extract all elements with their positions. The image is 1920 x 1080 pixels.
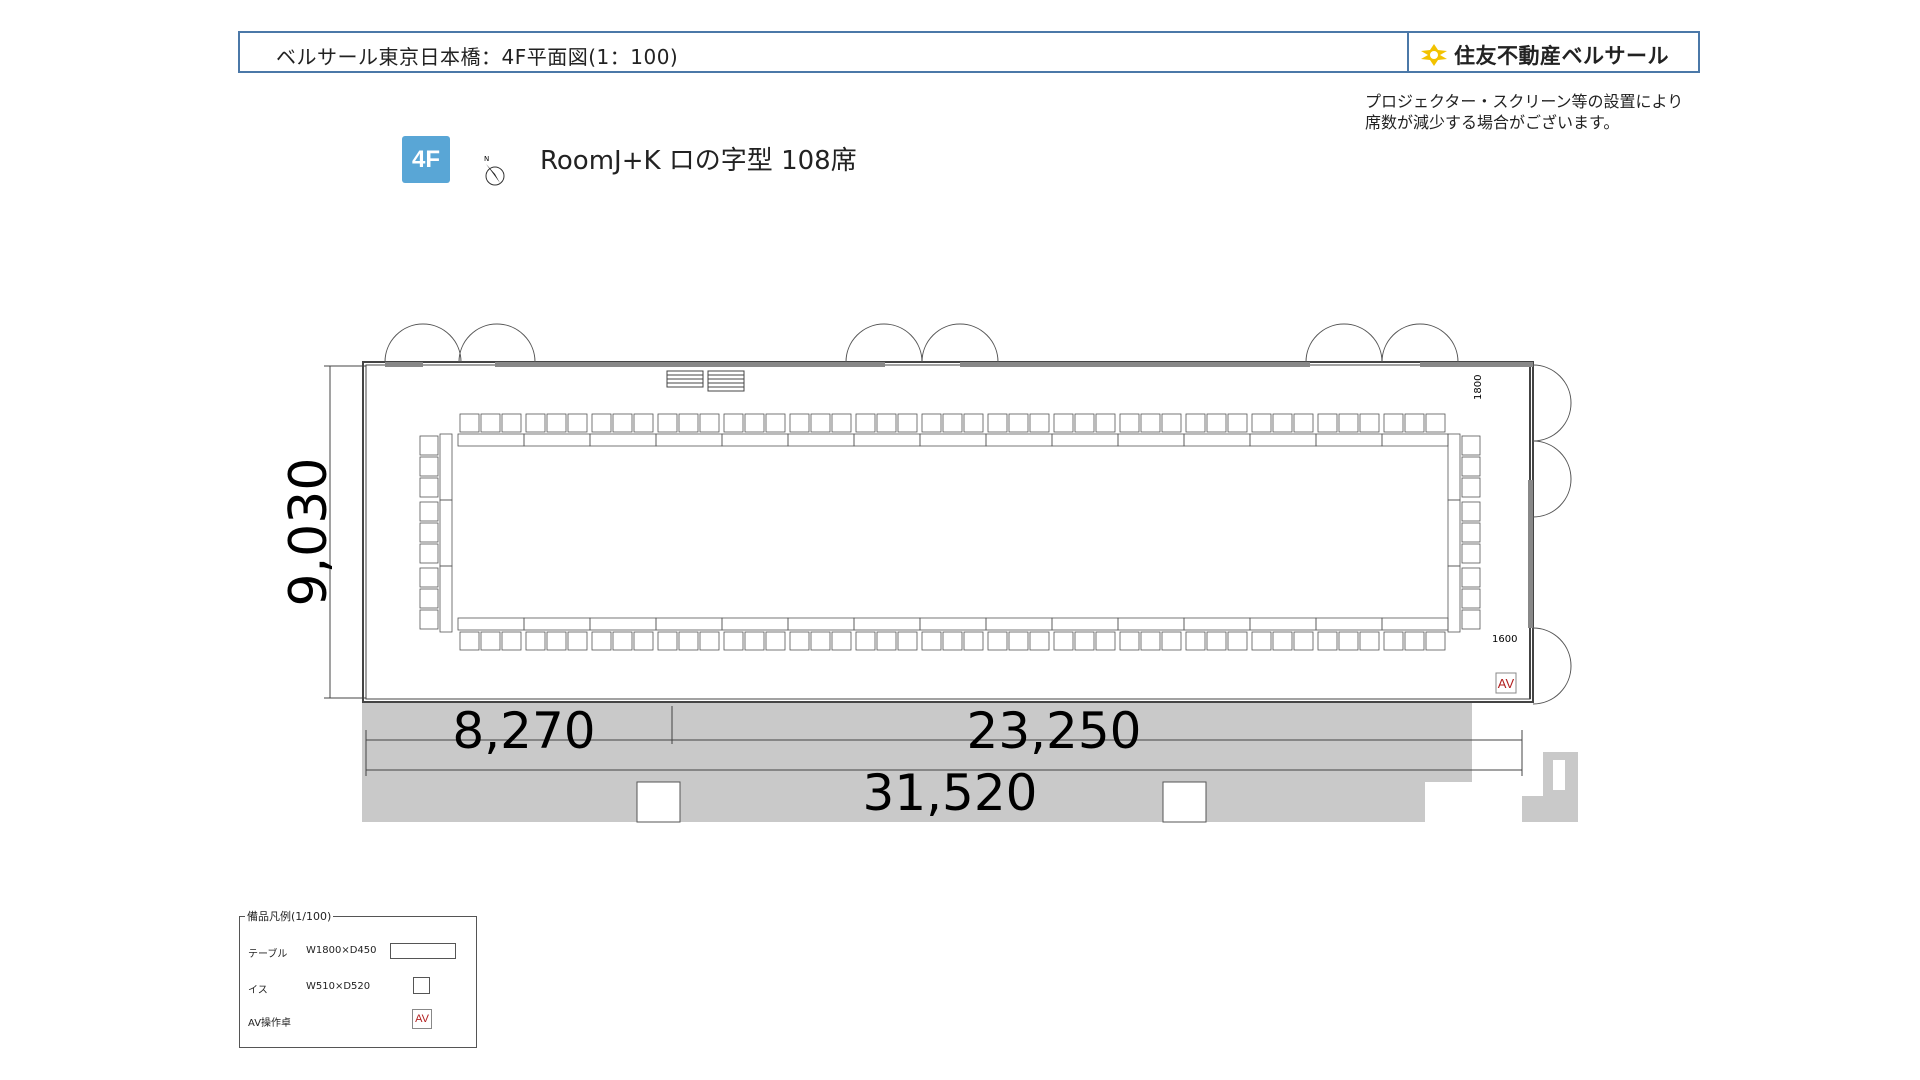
clearance-right-label: 1600 <box>1492 634 1517 645</box>
legend-table-label: テーブル <box>248 949 288 960</box>
legend-table-swatch <box>390 943 456 959</box>
width-left-label: 8,270 <box>452 702 595 760</box>
height-dimension-label: 9,030 <box>279 458 339 607</box>
av-desk-label: AV <box>1498 676 1515 691</box>
legend-chair-swatch <box>413 977 430 994</box>
legend-title: 備品凡例(1/100) <box>245 908 334 924</box>
room-walls <box>362 361 1534 703</box>
equipment-legend: 備品凡例(1/100) テーブル W1800×D450 イス W510×D520… <box>239 908 477 1048</box>
width-total-label: 31,520 <box>863 764 1038 822</box>
width-right-label: 23,250 <box>967 702 1142 760</box>
av-desk: AV <box>1495 672 1517 694</box>
right-doors <box>1528 364 1572 705</box>
legend-av-swatch: AV <box>412 1009 432 1029</box>
legend-table-size: W1800×D450 <box>306 945 377 956</box>
top-doors <box>384 323 1459 363</box>
legend-chair-label: イス <box>248 985 268 996</box>
legend-av-desk-label: AV操作卓 <box>248 1018 292 1029</box>
legend-chair-size: W510×D520 <box>306 981 371 992</box>
clearance-top-label: 1800 <box>1473 375 1484 400</box>
